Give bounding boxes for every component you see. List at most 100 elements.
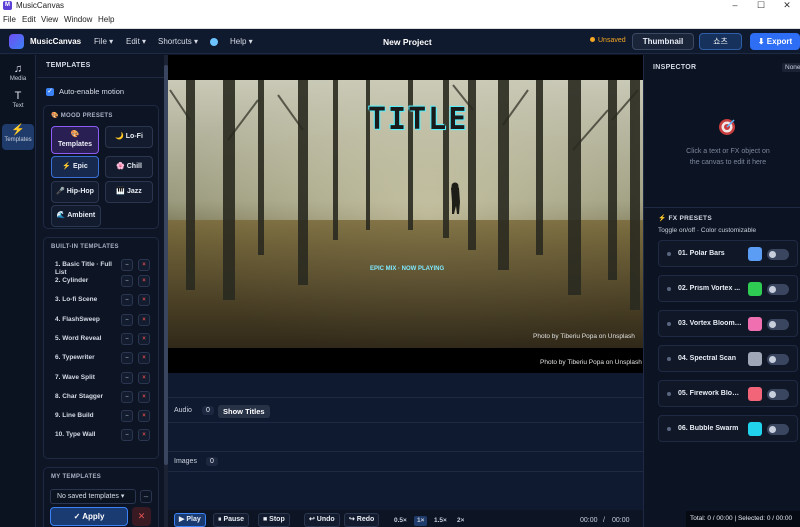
drag-dot-icon[interactable] xyxy=(667,357,671,361)
fx-preset-row[interactable]: 02. Prism Vortex ... xyxy=(658,275,798,302)
canvas-stage[interactable]: TITLE EPIC MIX · NOW PLAYING Photo by Ti… xyxy=(168,55,643,373)
menu-help[interactable]: Help xyxy=(98,15,114,24)
template-row[interactable]: 10. Type Wall – × xyxy=(51,428,155,442)
header-menu-shortcuts[interactable]: Shortcuts ▾ xyxy=(158,37,198,46)
fx-toggle[interactable] xyxy=(767,424,789,435)
maximize-button[interactable]: ☐ xyxy=(748,0,774,12)
fx-toggle[interactable] xyxy=(767,284,789,295)
rail-text[interactable]: T Text xyxy=(2,90,34,116)
menu-file[interactable]: File xyxy=(3,15,16,24)
template-remove-icon[interactable]: × xyxy=(138,294,150,307)
template-minus-button[interactable]: – xyxy=(121,332,133,345)
export-button[interactable]: ⬇ Export xyxy=(750,33,800,50)
template-remove-icon[interactable]: × xyxy=(138,390,150,403)
speed-0.5x[interactable]: 0.5× xyxy=(394,517,407,524)
menu-edit[interactable]: Edit xyxy=(22,15,36,24)
header-menu-help[interactable]: Help ▾ xyxy=(230,37,253,46)
template-minus-button[interactable]: – xyxy=(121,313,133,326)
shorts-button[interactable]: 쇼츠 xyxy=(699,33,742,50)
pause-button[interactable]: ⏸ Pause xyxy=(213,513,250,527)
drag-dot-icon[interactable] xyxy=(667,287,671,291)
header-menu-edit[interactable]: Edit ▾ xyxy=(126,37,146,46)
stop-button[interactable]: ■ Stop xyxy=(258,513,290,527)
template-row[interactable]: 4. FlashSweep – × xyxy=(51,313,155,327)
checkbox-checked-icon[interactable]: ✓ xyxy=(46,87,54,96)
mood-jazz-button[interactable]: 🎹 Jazz xyxy=(105,181,153,203)
thumbnail-button[interactable]: Thumbnail xyxy=(632,33,694,50)
template-row[interactable]: 1. Basic Title · Full List – × xyxy=(51,258,155,276)
template-remove-icon[interactable]: × xyxy=(138,313,150,326)
canvas-title-text[interactable]: TITLE xyxy=(368,102,468,137)
template-row[interactable]: 2. Cylinder – × xyxy=(51,274,155,288)
fx-toggle[interactable] xyxy=(767,319,789,330)
drag-dot-icon[interactable] xyxy=(667,427,671,431)
delete-template-button[interactable]: – xyxy=(140,490,152,503)
template-row[interactable]: 6. Typewriter – × xyxy=(51,351,155,365)
fx-preset-row[interactable]: 03. Vortex Bloom ... xyxy=(658,310,798,337)
show-titles-button[interactable]: Show Titles xyxy=(218,405,270,418)
fx-color-swatch[interactable] xyxy=(748,422,762,436)
mood-hiphop-button[interactable]: 🎤 Hip-Hop xyxy=(51,181,99,203)
template-remove-icon[interactable]: × xyxy=(138,275,150,287)
template-remove-icon[interactable]: × xyxy=(138,371,150,384)
close-button[interactable]: ✕ xyxy=(774,0,800,12)
template-minus-button[interactable]: – xyxy=(121,429,133,442)
template-minus-button[interactable]: – xyxy=(121,410,133,423)
fx-preset-row[interactable]: 05. Firework Bloom xyxy=(658,380,798,407)
fx-color-swatch[interactable] xyxy=(748,317,762,331)
fx-color-swatch[interactable] xyxy=(748,247,762,261)
drag-dot-icon[interactable] xyxy=(667,252,671,256)
mood-epic-button[interactable]: ⚡ Epic xyxy=(51,156,99,178)
speed-1.5x[interactable]: 1.5× xyxy=(434,517,447,524)
undo-button[interactable]: ↩ Undo xyxy=(304,513,340,527)
template-remove-icon[interactable]: × xyxy=(138,259,150,271)
template-row[interactable]: 3. Lo-fi Scene – × xyxy=(51,293,155,307)
speed-2x[interactable]: 2× xyxy=(457,517,464,524)
template-row[interactable]: 9. Line Build – × xyxy=(51,409,155,423)
speed-1x[interactable]: 1× xyxy=(414,516,428,526)
header-menu-file[interactable]: File ▾ xyxy=(94,37,113,46)
theme-dot-icon[interactable] xyxy=(210,38,218,46)
template-minus-button[interactable]: – xyxy=(121,259,133,271)
template-minus-button[interactable]: – xyxy=(121,390,133,403)
apply-button[interactable]: ✓ Apply xyxy=(50,507,128,526)
saved-templates-select[interactable]: No saved templates ▾ xyxy=(50,489,136,504)
mood-lofi-button[interactable]: 🌙 Lo-Fi xyxy=(105,126,153,148)
clear-button[interactable]: ✕ xyxy=(132,507,151,526)
rail-templates[interactable]: ⚡ Templates xyxy=(2,124,34,150)
rail-media[interactable]: ♫ Media xyxy=(2,63,34,89)
mood-templates-button[interactable]: 🎨 Templates xyxy=(51,126,99,154)
template-minus-button[interactable]: – xyxy=(121,294,133,307)
fx-preset-row[interactable]: 01. Polar Bars xyxy=(658,240,798,267)
fx-toggle[interactable] xyxy=(767,354,789,365)
canvas-subtitle-text[interactable]: EPIC MIX · NOW PLAYING xyxy=(370,266,444,272)
template-minus-button[interactable]: – xyxy=(121,371,133,384)
minimize-button[interactable]: – xyxy=(722,0,748,12)
redo-button[interactable]: ↪ Redo xyxy=(344,513,380,527)
fx-preset-row[interactable]: 04. Spectral Scan xyxy=(658,345,798,372)
fx-toggle[interactable] xyxy=(767,249,789,260)
drag-dot-icon[interactable] xyxy=(667,322,671,326)
template-minus-button[interactable]: – xyxy=(121,352,133,365)
template-remove-icon[interactable]: × xyxy=(138,352,150,365)
template-row[interactable]: 8. Char Stagger – × xyxy=(51,390,155,404)
template-minus-button[interactable]: – xyxy=(121,275,133,287)
fx-color-swatch[interactable] xyxy=(748,387,762,401)
menu-window[interactable]: Window xyxy=(64,15,92,24)
template-remove-icon[interactable]: × xyxy=(138,410,150,423)
fx-color-swatch[interactable] xyxy=(748,352,762,366)
play-button[interactable]: ▶ Play xyxy=(174,513,206,527)
menu-view[interactable]: View xyxy=(41,15,58,24)
fx-toggle[interactable] xyxy=(767,389,789,400)
template-row[interactable]: 5. Word Reveal – × xyxy=(51,332,155,346)
template-remove-icon[interactable]: × xyxy=(138,429,150,442)
auto-motion-toggle[interactable]: ✓ Auto-enable motion xyxy=(46,87,124,96)
drag-dot-icon[interactable] xyxy=(667,392,671,396)
template-remove-icon[interactable]: × xyxy=(138,332,150,345)
mood-ambient-button[interactable]: 🌊 Ambient xyxy=(51,205,101,227)
canvas-preview[interactable]: TITLE EPIC MIX · NOW PLAYING Photo by Ti… xyxy=(168,80,643,348)
mood-chill-button[interactable]: 🌸 Chill xyxy=(105,156,153,178)
fx-preset-row[interactable]: 06. Bubble Swarm xyxy=(658,415,798,442)
fx-color-swatch[interactable] xyxy=(748,282,762,296)
template-row[interactable]: 7. Wave Split – × xyxy=(51,371,155,385)
